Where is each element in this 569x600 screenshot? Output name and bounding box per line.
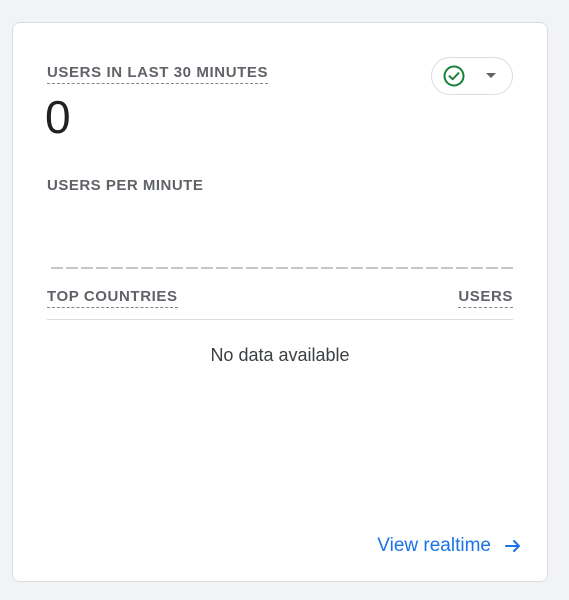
view-realtime-label: View realtime: [377, 535, 491, 556]
users-count-value: 0: [45, 91, 71, 143]
check-circle-icon: [443, 65, 465, 87]
users-last-30-min-label[interactable]: USERS IN LAST 30 MINUTES: [47, 64, 269, 84]
realtime-card: USERS IN LAST 30 MINUTES 0 USERS PER MIN…: [12, 22, 548, 582]
top-countries-header[interactable]: TOP COUNTRIES: [47, 288, 178, 308]
comparison-status-dropdown[interactable]: [431, 57, 513, 95]
arrow-right-icon: [505, 540, 520, 552]
users-column-header[interactable]: USERS: [458, 288, 513, 308]
view-realtime-link[interactable]: View realtime: [377, 535, 523, 557]
empty-state-message: No data available: [210, 345, 350, 365]
caret-down-icon: [486, 73, 496, 78]
table-header-divider: [47, 319, 513, 320]
users-per-minute-sparkline: [51, 267, 513, 269]
users-per-minute-label: USERS PER MINUTE: [47, 177, 204, 194]
